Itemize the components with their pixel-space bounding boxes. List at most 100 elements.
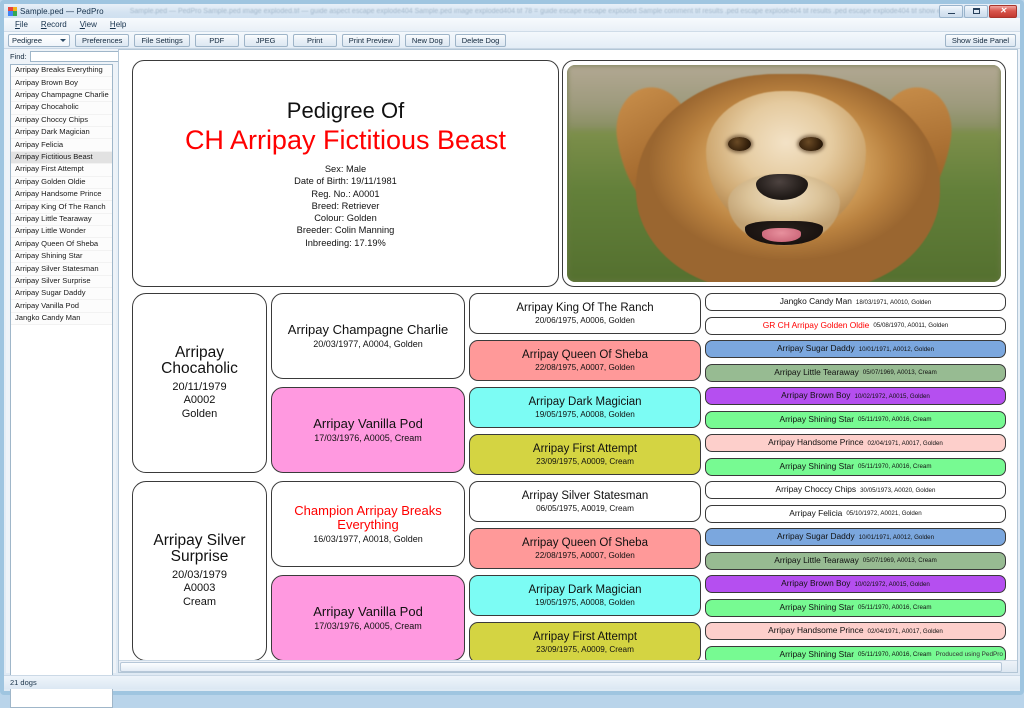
list-item[interactable]: Arripay Chocaholic bbox=[11, 102, 112, 115]
list-item[interactable]: Arripay Little Wonder bbox=[11, 226, 112, 239]
list-item[interactable]: Arripay Brown Boy bbox=[11, 77, 112, 90]
pedigree-horizontal-scrollbar[interactable] bbox=[119, 660, 1017, 672]
list-item[interactable]: Arripay First Attempt bbox=[11, 164, 112, 177]
pedigree-node-name: Arripay Shining Star bbox=[779, 648, 854, 659]
pedigree-node-name: GR CH Arripay Golden Oldie bbox=[762, 319, 870, 330]
pedigree-node[interactable]: Arripay Dark Magician 19/05/1975, A0008, … bbox=[469, 575, 701, 616]
list-item[interactable]: Arripay Queen Of Sheba bbox=[11, 238, 112, 251]
pedigree-node-name: Jangko Candy Man bbox=[779, 296, 852, 307]
pedigree-node[interactable]: Arripay Handsome Prince 02/04/1971, A0017… bbox=[705, 622, 1006, 640]
list-item[interactable]: Arripay Golden Oldie bbox=[11, 176, 112, 189]
list-item[interactable]: Arripay Silver Surprise bbox=[11, 275, 112, 289]
list-item[interactable]: Arripay Felicia bbox=[11, 139, 112, 152]
pedigree-node-name: Arripay Vanilla Pod bbox=[313, 603, 423, 619]
pedigree-pane[interactable]: Pedigree Of CH Arripay Fictitious Beast … bbox=[118, 49, 1018, 673]
list-item[interactable]: Arripay Silver Statesman bbox=[11, 263, 112, 276]
pedigree-node[interactable]: Arripay First Attempt 23/09/1975, A0009, … bbox=[469, 434, 701, 475]
pedigree-heading: Pedigree Of bbox=[286, 98, 405, 124]
new-dog-button[interactable]: New Dog bbox=[404, 33, 450, 47]
pedigree-node[interactable]: Arripay King Of The Ranch 20/06/1975, A00… bbox=[469, 293, 701, 334]
subject-detail-line: Date of Birth: 19/11/1981 bbox=[294, 176, 397, 187]
pedigree-node[interactable]: Arripay Silver Surprise 20/03/1979 A0003 Cre… bbox=[132, 481, 267, 661]
preferences-button[interactable]: Preferences bbox=[75, 33, 130, 47]
pedigree-node-info: 20/06/1975, A0006, Golden bbox=[535, 315, 635, 325]
pedigree-node-info: 30/05/1973, A0020, Golden bbox=[860, 486, 936, 494]
pedigree-node[interactable]: Arripay Sugar Daddy 10/01/1971, A0012, Go… bbox=[705, 340, 1006, 358]
pedigree-node[interactable]: Jangko Candy Man 18/03/1971, A0010, Golde… bbox=[705, 293, 1006, 311]
generation-4-column: Jangko Candy Man 18/03/1971, A0010, Golde… bbox=[705, 293, 1006, 664]
pedigree-node-info: 19/05/1975, A0008, Golden bbox=[535, 409, 635, 419]
generation-2-column: Arripay Champagne Charlie 20/03/1977, A00… bbox=[271, 293, 465, 661]
scrollbar-thumb[interactable] bbox=[120, 662, 1002, 672]
menu-item-record[interactable]: Record bbox=[35, 19, 74, 30]
subject-detail-line: Breed: Retriever bbox=[311, 200, 380, 211]
dog-list[interactable]: Arripay Breaks Everything Arripay Brown B… bbox=[10, 64, 113, 708]
list-item[interactable]: Arripay Champagne Charlie bbox=[11, 89, 112, 103]
pedigree-node-name: Arripay Dark Magician bbox=[528, 584, 642, 597]
pedigree-node-name: Arripay Brown Boy bbox=[781, 390, 851, 401]
jpeg-button[interactable]: JPEG bbox=[243, 33, 288, 47]
list-item[interactable]: Arripay Fictitious Beast bbox=[11, 151, 112, 165]
menu-item-help[interactable]: Help bbox=[104, 19, 133, 30]
pedigree-node-name: Arripay First Attempt bbox=[532, 631, 638, 644]
pedigree-node[interactable]: Arripay Sugar Daddy 10/01/1971, A0012, Go… bbox=[705, 528, 1006, 546]
list-item[interactable]: Arripay Handsome Prince bbox=[11, 188, 112, 202]
list-item[interactable]: Jangko Candy Man bbox=[11, 312, 112, 326]
subject-detail-line: Sex: Male bbox=[324, 164, 367, 175]
pedigree-node[interactable]: Arripay Brown Boy 10/02/1972, A0015, Gold… bbox=[705, 387, 1006, 405]
pedigree-node[interactable]: GR CH Arripay Golden Oldie 05/08/1970, A0… bbox=[705, 316, 1006, 335]
pedigree-node[interactable]: Arripay First Attempt 23/09/1975, A0009, … bbox=[469, 622, 701, 663]
pedigree-node[interactable]: Arripay Little Tearaway 05/07/1969, A0013… bbox=[705, 363, 1006, 382]
application-window: Sample.ped — PedPro Sample.ped — PedPro … bbox=[0, 0, 1024, 708]
pedigree-node[interactable]: Arripay Chocaholic 20/11/1979 A0002 Golden bbox=[132, 293, 267, 473]
pedigree-node-info: 20/03/1977, A0004, Golden bbox=[313, 339, 423, 350]
close-button[interactable]: ✕ bbox=[989, 4, 1017, 18]
pedigree-node[interactable]: Arripay Silver Statesman 06/05/1975, A001… bbox=[469, 481, 701, 522]
maximize-button[interactable] bbox=[964, 4, 988, 18]
subject-detail-line: Colour: Golden bbox=[314, 213, 377, 224]
list-item[interactable]: Arripay Shining Star bbox=[11, 250, 112, 264]
list-item[interactable]: Arripay Sugar Daddy bbox=[11, 288, 112, 301]
menu-item-view[interactable]: View bbox=[74, 19, 104, 30]
pedigree-node[interactable]: Arripay Shining Star 05/11/1970, A0016, C… bbox=[705, 410, 1006, 429]
list-item[interactable]: Arripay Dark Magician bbox=[11, 126, 112, 140]
list-item[interactable]: Arripay Little Tearaway bbox=[11, 213, 112, 227]
pedigree-header-row: Pedigree Of CH Arripay Fictitious Beast … bbox=[132, 60, 1006, 287]
pdf-button[interactable]: PDF bbox=[194, 33, 239, 47]
pedigree-node-name: Arripay Brown Boy bbox=[781, 578, 851, 589]
pedigree-node[interactable]: Arripay Queen Of Sheba 22/08/1975, A0007,… bbox=[469, 340, 701, 381]
list-item[interactable]: Arripay Choccy Chips bbox=[11, 114, 112, 127]
app-icon bbox=[8, 6, 17, 16]
pedigree-node[interactable]: Arripay Shining Star 05/11/1970, A0016, C… bbox=[705, 457, 1006, 476]
pedigree-node[interactable]: Champion Arripay Breaks Everything 16/03/… bbox=[271, 481, 465, 567]
pedigree-node-info: 18/03/1971, A0010, Golden bbox=[855, 298, 932, 306]
print-preview-button[interactable]: Print Preview bbox=[341, 33, 400, 47]
minimize-button[interactable] bbox=[939, 4, 963, 18]
file-settings-button[interactable]: File Settings bbox=[134, 33, 190, 47]
pedigree-node-name: Arripay Handsome Prince bbox=[768, 437, 864, 448]
pedigree-node[interactable]: Arripay Felicia 05/10/1972, A0021, Golden bbox=[705, 504, 1006, 523]
pedigree-node[interactable]: Arripay Vanilla Pod 17/03/1976, A0005, Cr… bbox=[271, 575, 465, 661]
pedigree-node[interactable]: Arripay Handsome Prince 02/04/1971, A0017… bbox=[705, 434, 1006, 452]
pedigree-node[interactable]: Arripay Brown Boy 10/02/1972, A0015, Gold… bbox=[705, 575, 1006, 593]
pedigree-node[interactable]: Arripay Vanilla Pod 17/03/1976, A0005, Cr… bbox=[271, 387, 465, 473]
delete-dog-button[interactable]: Delete Dog bbox=[454, 33, 507, 47]
show-side-panel-button[interactable]: Show Side Panel bbox=[944, 33, 1016, 47]
list-item[interactable]: Arripay Breaks Everything bbox=[11, 65, 112, 78]
pedigree-node-info: 17/03/1976, A0005, Cream bbox=[314, 433, 422, 444]
list-item[interactable]: Arripay King Of The Ranch bbox=[11, 201, 112, 214]
view-mode-combo[interactable]: Pedigree bbox=[8, 33, 70, 47]
pedigree-node[interactable]: Arripay Queen Of Sheba 22/08/1975, A0007,… bbox=[469, 528, 701, 569]
pedigree-node-info: 10/02/1972, A0015, Golden bbox=[854, 580, 930, 588]
status-text: 21 dogs bbox=[10, 678, 37, 687]
pedigree-node[interactable]: Arripay Little Tearaway 05/07/1969, A0013… bbox=[705, 551, 1006, 570]
menu-item-file[interactable]: File bbox=[9, 19, 35, 30]
pedigree-node[interactable]: Arripay Champagne Charlie 20/03/1977, A00… bbox=[271, 293, 465, 379]
list-item[interactable]: Arripay Vanilla Pod bbox=[11, 300, 112, 313]
pedigree-node[interactable]: Arripay Choccy Chips 30/05/1973, A0020, G… bbox=[705, 481, 1006, 499]
print-button[interactable]: Print bbox=[292, 33, 337, 47]
subject-detail-line: Breeder: Colin Manning bbox=[296, 225, 395, 236]
pedigree-node[interactable]: Arripay Shining Star 05/11/1970, A0016, C… bbox=[705, 598, 1006, 617]
pedigree-node[interactable]: Arripay Dark Magician 19/05/1975, A0008, … bbox=[469, 387, 701, 428]
pedigree-node-name: Arripay Choccy Chips bbox=[775, 484, 857, 495]
